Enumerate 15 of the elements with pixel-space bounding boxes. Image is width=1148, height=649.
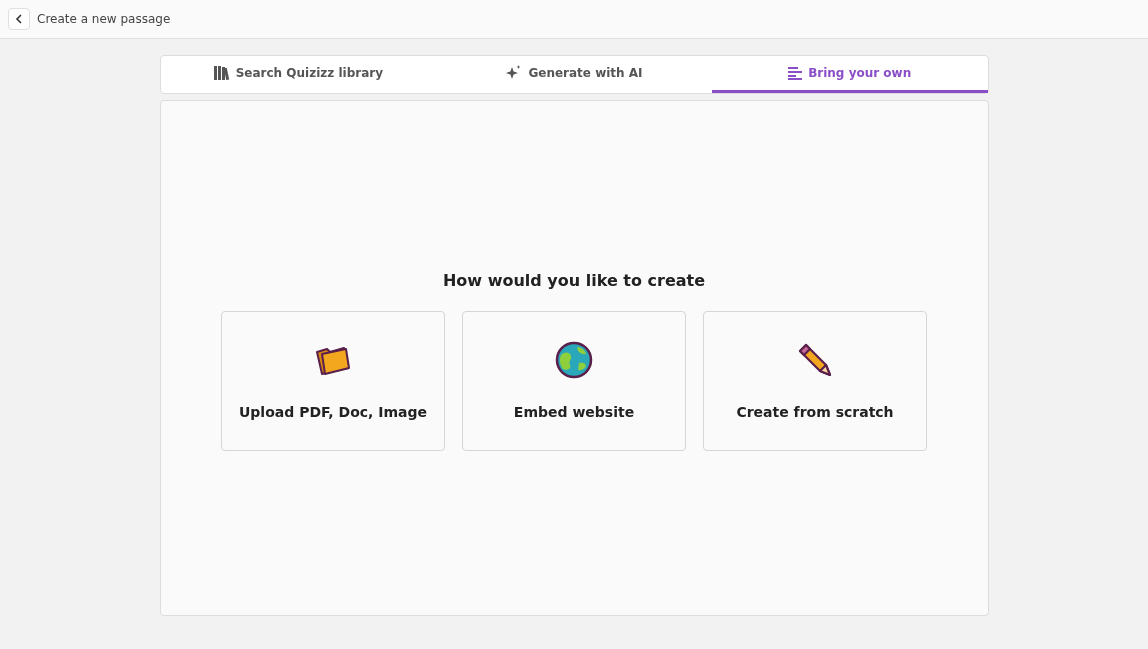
tab[interactable]: Generate with AI [436,56,712,93]
back-icon [15,14,23,24]
back-button[interactable] [8,8,30,30]
prompt-heading: How would you like to create [442,270,706,292]
option-card[interactable]: Embed website [462,311,686,451]
tab[interactable]: Search Quizizz library [160,56,437,93]
page-title: Create a new passage [37,11,171,28]
pencil-icon [796,341,834,379]
option-card[interactable]: Create from scratch [703,311,927,451]
tab[interactable]: Bring your own [711,56,988,93]
text-lines-icon [788,66,803,80]
books-icon [213,66,230,80]
folder-icon [314,344,352,376]
option-card[interactable]: Upload PDF, Doc, Image [221,311,445,451]
globe-icon [555,341,593,379]
